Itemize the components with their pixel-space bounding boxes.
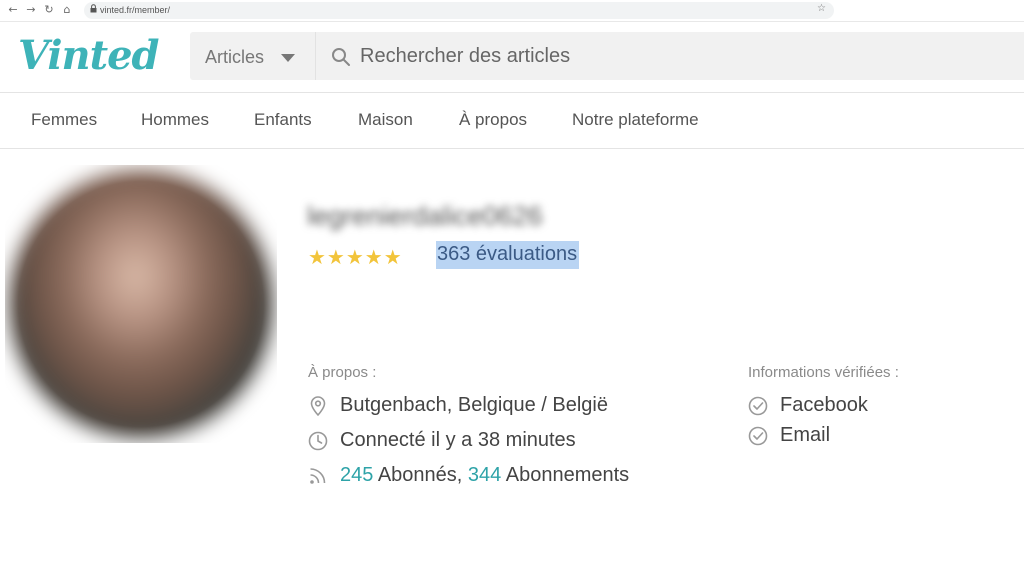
ratings-link[interactable]: 363 évaluations — [436, 241, 580, 269]
following-count-link[interactable]: 344 — [468, 464, 501, 486]
vinted-logo[interactable]: Vinted — [18, 32, 160, 79]
caret-down-icon — [281, 54, 295, 62]
nav-item-a-propos[interactable]: À propos — [459, 110, 527, 130]
home-icon[interactable]: ⌂ — [60, 3, 74, 17]
following-label: Abonnements — [501, 464, 630, 486]
rating-stars: ★★★★★ — [308, 245, 403, 269]
search-bar: Articles — [190, 32, 1024, 80]
verified-info-label: Informations vérifiées : — [748, 364, 899, 381]
location-pin-icon — [308, 395, 328, 417]
about-label: À propos : — [308, 364, 377, 381]
nav-item-maison[interactable]: Maison — [358, 110, 413, 130]
rss-feed-icon — [308, 465, 328, 487]
check-circle-icon — [748, 395, 768, 417]
nav-item-femmes[interactable]: Femmes — [31, 110, 97, 130]
bookmark-star-icon[interactable]: ☆ — [817, 3, 826, 14]
back-icon[interactable]: ← — [6, 3, 20, 17]
browser-toolbar: ← → ↻ ⌂ vinted.fr/member/ ☆ — [0, 0, 1024, 22]
verified-email-text: Email — [780, 424, 831, 446]
avatar — [5, 165, 277, 443]
category-dropdown[interactable]: Articles — [190, 32, 316, 80]
clock-icon — [308, 430, 328, 452]
location-text: Butgenbach, Belgique / België — [340, 394, 608, 416]
lock-icon — [90, 4, 97, 15]
check-circle-icon — [748, 425, 768, 447]
url-text: vinted.fr/member/ — [100, 5, 171, 15]
nav-item-hommes[interactable]: Hommes — [141, 110, 209, 130]
category-dropdown-label: Articles — [205, 47, 265, 67]
nav-item-enfants[interactable]: Enfants — [254, 110, 312, 130]
verified-facebook-text: Facebook — [780, 394, 868, 416]
username: legrenierdalice0626 — [307, 201, 543, 231]
category-nav: Femmes Hommes Enfants Maison À propos No… — [0, 92, 1024, 149]
search-icon — [331, 47, 351, 67]
search-input[interactable] — [360, 41, 960, 71]
reload-icon[interactable]: ↻ — [42, 3, 56, 17]
address-bar[interactable]: vinted.fr/member/ ☆ — [84, 2, 834, 19]
forward-icon[interactable]: → — [24, 3, 38, 17]
followers-label: Abonnés, — [373, 464, 468, 486]
last-seen-text: Connecté il y a 38 minutes — [340, 429, 576, 451]
site-header: Vinted Articles — [0, 22, 1024, 92]
followers-count-link[interactable]: 245 — [340, 464, 373, 486]
nav-item-notre-plateforme[interactable]: Notre plateforme — [572, 110, 699, 130]
